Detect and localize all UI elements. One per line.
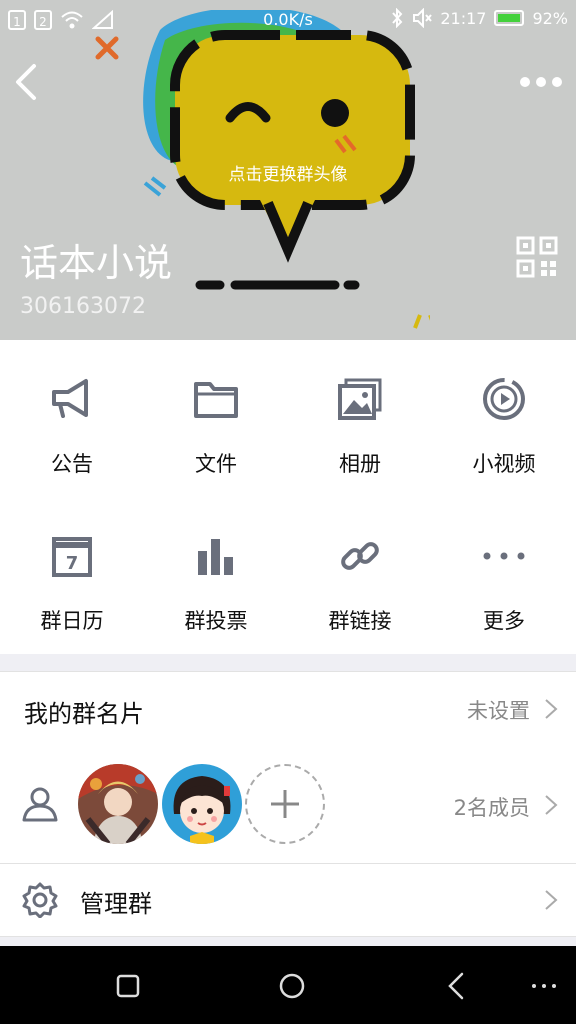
announcement-item[interactable]: 公告 — [0, 340, 144, 497]
my-group-card-row[interactable]: 我的群名片 未设置 — [0, 671, 576, 747]
group-link-label: 群链接 — [328, 609, 392, 633]
more-options-button[interactable] — [518, 62, 564, 102]
recent-apps-button[interactable] — [108, 966, 148, 1006]
manage-group-row[interactable]: 管理群 — [0, 864, 576, 937]
album-item[interactable]: 相册 — [288, 340, 432, 497]
vote-label: 群投票 — [184, 609, 248, 633]
chevron-right-icon — [545, 795, 558, 815]
group-id: 306163072 — [20, 294, 146, 319]
files-item[interactable]: 文件 — [144, 340, 288, 497]
change-avatar-hint[interactable]: 点击更换群头像 — [0, 160, 576, 185]
group-name: 话本小说 — [20, 241, 173, 285]
group-functions-grid: 公告 文件 相册 小视频 7 群日历 群投票 群链接 更多 — [0, 340, 576, 654]
video-icon — [483, 378, 525, 420]
files-label: 文件 — [195, 452, 237, 476]
member-avatar-image — [162, 764, 242, 844]
members-icon — [22, 787, 58, 822]
nav-back-button[interactable] — [436, 966, 476, 1006]
manage-group-title: 管理群 — [80, 890, 152, 918]
short-video-item[interactable]: 小视频 — [432, 340, 576, 497]
short-video-label: 小视频 — [472, 452, 536, 476]
svg-text:7: 7 — [66, 553, 79, 574]
my-group-card-title: 我的群名片 — [24, 700, 144, 728]
battery-level: 92% — [532, 8, 568, 28]
more-item[interactable]: 更多 — [432, 497, 576, 654]
group-link-item[interactable]: 群链接 — [288, 497, 432, 654]
gear-icon — [22, 882, 58, 918]
folder-icon — [194, 382, 238, 418]
plus-icon — [271, 790, 299, 818]
bluetooth-icon — [392, 8, 403, 28]
vote-chart-icon — [198, 539, 233, 575]
megaphone-icon — [52, 379, 88, 418]
member-avatar-image — [78, 764, 158, 844]
member-count: 2名成员 — [453, 796, 530, 820]
link-icon — [341, 542, 379, 570]
more-label: 更多 — [483, 609, 525, 633]
chevron-right-icon — [545, 699, 558, 719]
android-navigation-bar — [0, 946, 576, 1024]
member-avatar[interactable] — [162, 764, 242, 844]
members-row[interactable]: 2名成员 — [0, 746, 576, 864]
group-header: 1 2 0.0K/s 21:17 92% 点击更换群头像 话本小说 306163… — [0, 0, 576, 340]
album-label: 相册 — [339, 452, 381, 476]
vote-item[interactable]: 群投票 — [144, 497, 288, 654]
chevron-right-icon — [545, 890, 558, 910]
nav-more-button[interactable] — [526, 966, 566, 1006]
add-member-button[interactable] — [245, 764, 325, 844]
announcement-label: 公告 — [51, 452, 93, 476]
my-group-card-value: 未设置 — [467, 699, 530, 723]
calendar-label: 群日历 — [40, 609, 104, 633]
album-icon — [338, 378, 382, 420]
mute-icon — [413, 8, 433, 28]
clock: 21:17 — [440, 8, 487, 28]
calendar-icon: 7 — [52, 537, 92, 577]
battery-icon — [494, 10, 525, 26]
home-button[interactable] — [272, 966, 312, 1006]
calendar-item[interactable]: 7 群日历 — [0, 497, 144, 654]
qr-code-button[interactable] — [516, 236, 558, 278]
member-avatar[interactable] — [78, 764, 158, 844]
more-dots-icon — [483, 552, 525, 560]
status-bar: 1 2 0.0K/s 21:17 92% — [0, 0, 576, 40]
back-button[interactable] — [12, 62, 42, 102]
